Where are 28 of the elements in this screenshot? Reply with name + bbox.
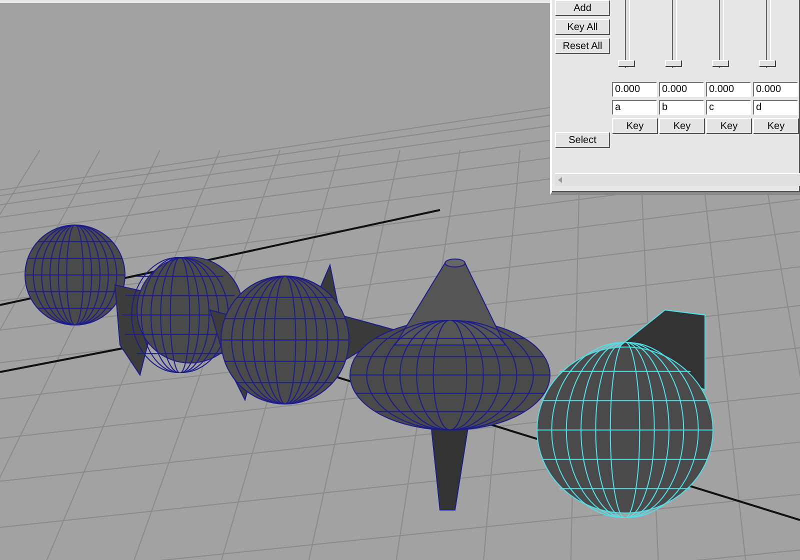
- value-field[interactable]: 0.000: [753, 82, 798, 97]
- key-all-button[interactable]: Key All: [555, 19, 610, 35]
- sphere-model[interactable]: [24, 224, 126, 326]
- key-button[interactable]: Key: [612, 118, 658, 134]
- slider-thumb[interactable]: [665, 60, 682, 67]
- slider-thumb[interactable]: [712, 60, 729, 67]
- slider-track[interactable]: [625, 0, 630, 68]
- key-button[interactable]: Key: [706, 118, 752, 134]
- value-field[interactable]: 0.000: [706, 82, 751, 97]
- reset-all-button[interactable]: Reset All: [555, 38, 610, 54]
- value-field[interactable]: 0.000: [612, 82, 657, 97]
- name-field[interactable]: c: [706, 100, 751, 115]
- name-field[interactable]: b: [659, 100, 704, 115]
- name-field[interactable]: d: [753, 100, 798, 115]
- select-button[interactable]: Select: [555, 132, 610, 148]
- spinning-top-model[interactable]: [350, 258, 550, 510]
- add-button[interactable]: Add: [555, 0, 610, 16]
- key-button[interactable]: Key: [753, 118, 799, 134]
- horizontal-scrollbar[interactable]: [555, 173, 800, 186]
- key-button[interactable]: Key: [659, 118, 705, 134]
- slider-track[interactable]: [672, 0, 677, 68]
- slider-track[interactable]: [719, 0, 724, 68]
- slider-track[interactable]: [766, 0, 771, 68]
- value-field[interactable]: 0.000: [659, 82, 704, 97]
- slider-thumb[interactable]: [618, 60, 635, 67]
- head-model-selected[interactable]: [536, 309, 714, 518]
- name-field[interactable]: a: [612, 100, 657, 115]
- slider-thumb[interactable]: [759, 60, 776, 67]
